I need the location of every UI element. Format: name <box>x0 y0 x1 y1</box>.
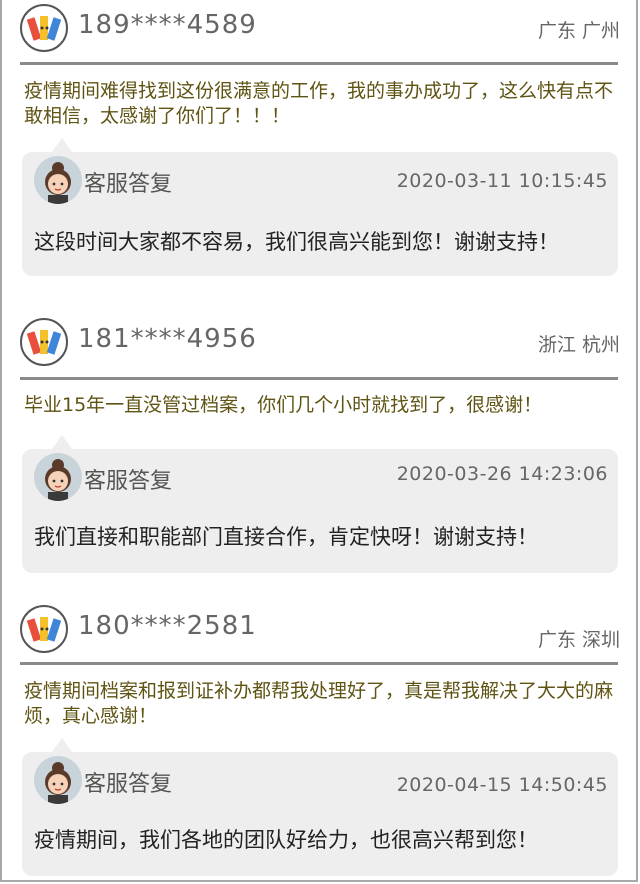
review-comment: 疫情期间档案和报到证补办都帮我处理好了，真是帮我解决了大大的麻烦，真心感谢！ <box>24 680 614 727</box>
divider <box>20 662 618 665</box>
reply-time: 2020-04-15 14:50:45 <box>396 774 608 796</box>
pencils-avatar-icon <box>20 605 68 653</box>
reply-title: 客服答复 <box>84 469 173 494</box>
pencils-avatar-icon <box>20 4 68 52</box>
review-header: 181****4956 浙江 杭州 <box>20 316 620 368</box>
review-comment: 疫情期间难得找到这份很满意的工作，我的事办成功了，这么快有点不敢相信，太感谢了你… <box>24 80 614 127</box>
reply-title: 客服答复 <box>84 172 173 197</box>
user-phone: 181****4956 <box>78 324 257 354</box>
user-location: 广东 深圳 <box>537 629 620 651</box>
customer-service-avatar-icon <box>34 453 82 501</box>
divider <box>20 377 618 380</box>
user-location: 浙江 杭州 <box>537 334 620 356</box>
user-phone: 180****2581 <box>78 611 257 641</box>
reply-title: 客服答复 <box>84 772 173 797</box>
reply-time: 2020-03-26 14:23:06 <box>396 463 608 485</box>
service-reply: 客服答复 2020-04-15 14:50:45 疫情期间，我们各地的团队好给力… <box>22 738 618 876</box>
customer-service-avatar-icon <box>34 156 82 204</box>
reply-text: 我们直接和职能部门直接合作，肯定快呀！谢谢支持！ <box>34 525 538 549</box>
reply-text: 这段时间大家都不容易，我们很高兴能到您！谢谢支持！ <box>34 230 559 254</box>
divider <box>20 62 618 65</box>
reply-time: 2020-03-11 10:15:45 <box>396 170 608 192</box>
service-reply: 客服答复 2020-03-26 14:23:06 我们直接和职能部门直接合作，肯… <box>22 435 618 573</box>
page-frame <box>0 0 638 882</box>
reply-arrow <box>52 435 72 449</box>
pencils-avatar-icon <box>20 318 68 366</box>
customer-service-avatar-icon <box>34 756 82 804</box>
review-comment: 毕业15年一直没管过档案，你们几个小时就找到了，很感谢！ <box>24 394 543 416</box>
reply-arrow <box>52 138 72 152</box>
reply-arrow <box>52 738 72 752</box>
service-reply: 客服答复 2020-03-11 10:15:45 这段时间大家都不容易，我们很高… <box>22 138 618 276</box>
reply-text: 疫情期间，我们各地的团队好给力，也很高兴帮到您！ <box>34 828 538 852</box>
user-location: 广东 广州 <box>537 20 620 42</box>
user-phone: 189****4589 <box>78 10 257 40</box>
review-header: 180****2581 广东 深圳 <box>20 603 620 655</box>
review-header: 189****4589 广东 广州 <box>20 2 620 54</box>
